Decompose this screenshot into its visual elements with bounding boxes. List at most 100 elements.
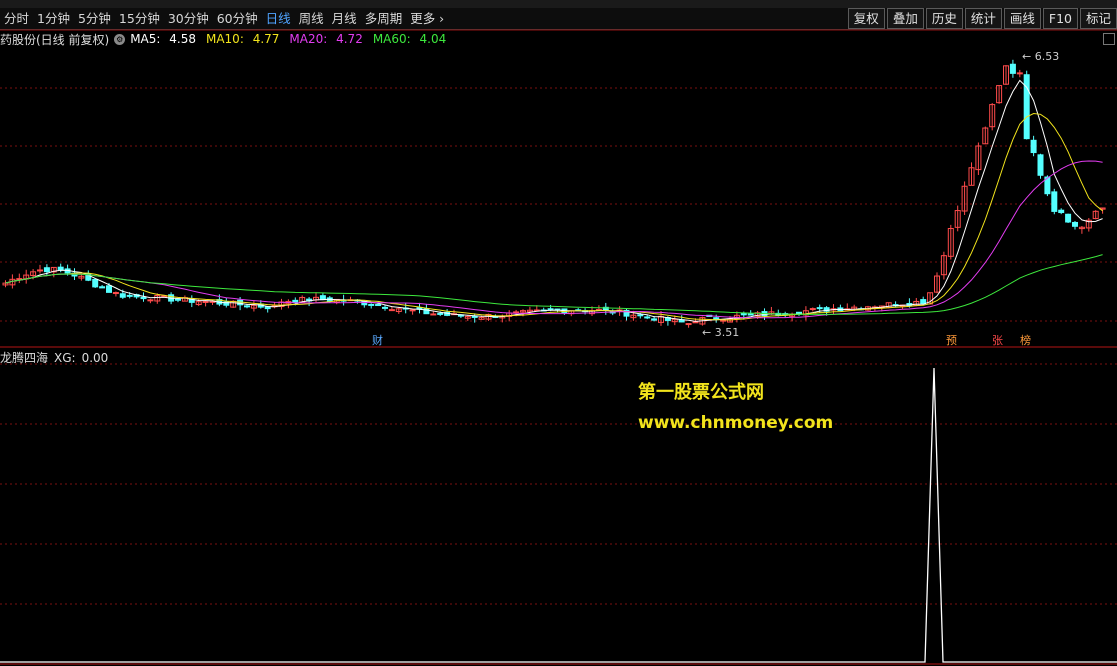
candle — [892, 301, 899, 308]
candle — [368, 303, 375, 309]
kline-chart[interactable]: ← 6.53 ← 3.51 财 预 张 榜 — [0, 0, 1117, 666]
candle-body — [368, 303, 375, 306]
main-legend: 药股份(日线 前复权) ⚙ MA5: 4.58 MA10: 4.77 MA20:… — [0, 31, 456, 47]
candle-body — [37, 269, 43, 272]
candle — [278, 298, 285, 310]
candle — [147, 298, 154, 304]
candle-body — [816, 307, 823, 310]
low-price-label: ← 3.51 — [702, 326, 739, 339]
candle-body — [1058, 209, 1065, 214]
candle — [982, 126, 989, 145]
candle-body — [202, 300, 209, 303]
ma60-line — [5, 254, 1103, 315]
candle — [16, 273, 23, 284]
maximize-icon[interactable] — [1103, 33, 1115, 45]
candle — [947, 224, 954, 260]
indicator-name: 龙腾四海 — [0, 351, 49, 365]
candle-body — [644, 316, 651, 319]
candle-body — [637, 314, 644, 317]
candle-body — [388, 309, 395, 312]
xg-value: 0.00 — [81, 351, 109, 365]
candle-body — [1009, 63, 1016, 74]
event-marker-3: 榜 — [1020, 333, 1031, 347]
candle — [395, 307, 402, 314]
candle — [658, 310, 664, 326]
candle — [250, 300, 257, 312]
candle — [416, 302, 423, 314]
ma10-value: 4.77 — [252, 32, 280, 46]
candle-body — [92, 278, 99, 288]
candle-body — [685, 323, 692, 326]
candle-body — [375, 304, 382, 307]
candle-body — [292, 299, 299, 303]
candle — [602, 302, 609, 315]
candle — [78, 274, 85, 281]
ma20-label: MA20: 4.72 — [289, 32, 363, 46]
candle — [1003, 65, 1009, 85]
candle — [1085, 218, 1092, 232]
candle-body — [430, 313, 437, 316]
candle-body — [43, 267, 50, 273]
candle-body — [1030, 139, 1037, 154]
candle — [285, 299, 292, 309]
settings-circle-icon[interactable]: ⚙ — [114, 33, 126, 45]
candle-body — [175, 298, 181, 301]
candle — [1092, 210, 1099, 220]
candle-body — [409, 309, 416, 312]
candle-body — [471, 315, 478, 318]
candle — [23, 269, 30, 284]
candle — [809, 307, 816, 312]
candle-body — [1051, 191, 1058, 212]
candle — [464, 315, 471, 321]
ma5-value: 4.58 — [169, 32, 196, 46]
candle-body — [112, 292, 119, 295]
candle-body — [140, 296, 147, 300]
candle — [1030, 135, 1037, 157]
candle-body — [740, 312, 747, 316]
candle-body — [809, 308, 816, 311]
event-marker-0: 财 — [372, 333, 383, 347]
event-marker-2: 张 — [992, 334, 1003, 347]
candle — [954, 205, 961, 232]
candle-body — [119, 293, 126, 298]
candle — [2, 280, 9, 288]
candle — [112, 291, 119, 297]
candle-body — [57, 266, 64, 271]
candle-body — [126, 294, 133, 297]
event-marker-1: 预 — [946, 334, 957, 347]
candle — [968, 162, 975, 186]
candle — [837, 304, 844, 312]
candle-body — [651, 318, 658, 321]
candle — [313, 292, 319, 303]
candle — [37, 264, 43, 274]
candle — [188, 295, 195, 308]
candle — [1065, 213, 1072, 223]
candle-body — [747, 313, 754, 316]
candle-body — [1023, 74, 1030, 140]
candle — [975, 142, 982, 175]
candle — [961, 181, 968, 216]
candle-body — [692, 321, 699, 324]
candle-body — [244, 305, 250, 308]
stock-title: 药股份(日线 前复权) — [0, 32, 110, 47]
ma60-value: 4.04 — [419, 32, 447, 46]
ma5-line — [5, 79, 1103, 322]
candle — [92, 278, 99, 288]
candle-body — [720, 319, 727, 322]
candle-body — [99, 286, 106, 289]
high-price-label: ← 6.53 — [1022, 50, 1059, 63]
candle — [1009, 59, 1016, 78]
candle-body — [1037, 154, 1044, 176]
watermark-title: 第一股票公式网 — [638, 382, 764, 403]
candle-body — [382, 306, 388, 309]
candle — [940, 251, 947, 280]
candle — [1058, 208, 1065, 215]
candle — [685, 323, 692, 328]
indicator-legend: 龙腾四海 XG: 0.00 — [0, 349, 114, 366]
candle — [1072, 220, 1078, 230]
candle-body — [106, 285, 112, 293]
ma20-value: 4.72 — [336, 32, 363, 46]
watermark-url: www.chnmoney.com — [638, 413, 834, 433]
candle — [1037, 153, 1044, 179]
candle-body — [1065, 213, 1072, 223]
